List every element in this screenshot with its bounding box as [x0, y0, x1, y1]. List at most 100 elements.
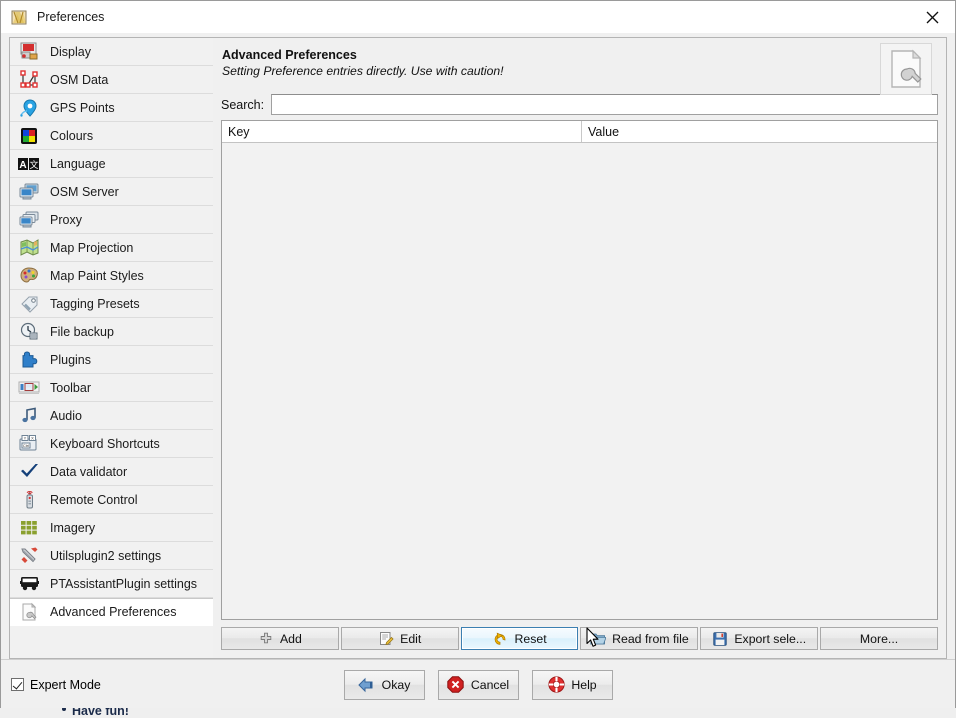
josm-icon [11, 9, 28, 26]
checkbox-box [11, 678, 24, 691]
edit-button[interactable]: Edit [341, 627, 459, 650]
lifering-icon [547, 676, 565, 694]
remote-control-icon [18, 489, 40, 511]
column-header-key[interactable]: Key [222, 121, 582, 142]
sidebar-item-label: Imagery [50, 521, 95, 535]
cancel-button[interactable]: Cancel [438, 670, 519, 700]
sidebar-item-label: File backup [50, 325, 114, 339]
more-button[interactable]: More... [820, 627, 938, 650]
add-button[interactable]: Add [221, 627, 339, 650]
preferences-sidebar[interactable]: Display OSM Data [9, 37, 213, 659]
sidebar-item-file-backup[interactable]: File backup [10, 318, 213, 346]
sidebar-item-label: Language [50, 157, 106, 171]
reset-arrow-icon [493, 631, 509, 647]
sidebar-item-map-paint-styles[interactable]: Map Paint Styles [10, 262, 213, 290]
imagery-icon [18, 517, 40, 539]
osm-data-icon [18, 69, 40, 91]
sidebar-item-advanced-preferences[interactable]: Advanced Preferences [10, 598, 213, 626]
sidebar-item-map-projection[interactable]: Map Projection [10, 234, 213, 262]
sidebar-item-label: Remote Control [50, 493, 138, 507]
map-projection-icon [18, 237, 40, 259]
save-disk-icon [712, 631, 728, 647]
sidebar-item-osm-data[interactable]: OSM Data [10, 66, 213, 94]
ptassistant-icon [18, 573, 40, 595]
preferences-table[interactable]: Key Value [221, 120, 938, 620]
reset-button[interactable]: Reset [461, 627, 579, 650]
svg-text:X: X [31, 436, 34, 441]
dialog-content: Display OSM Data [1, 33, 955, 659]
sidebar-item-label: OSM Server [50, 185, 119, 199]
bullet-point [62, 708, 66, 711]
button-label: Edit [400, 632, 421, 646]
sidebar-item-label: Map Projection [50, 241, 133, 255]
export-selected-button[interactable]: Export sele... [700, 627, 818, 650]
plus-icon [258, 631, 274, 647]
okay-button[interactable]: Okay [344, 670, 425, 700]
audio-icon [18, 405, 40, 427]
window-title: Preferences [37, 10, 104, 24]
blue-arrow-icon [358, 676, 376, 694]
sidebar-item-label: Keyboard Shortcuts [50, 437, 160, 451]
expert-mode-checkbox[interactable]: Expert Mode [11, 678, 101, 692]
advanced-preferences-icon [18, 601, 40, 623]
preferences-window: Preferences Disp [0, 0, 956, 710]
sidebar-item-utilsplugin2[interactable]: Utilsplugin2 settings [10, 542, 213, 570]
button-label: Okay [382, 678, 411, 692]
sidebar-item-toolbar[interactable]: Toolbar [10, 374, 213, 402]
table-body[interactable] [222, 143, 937, 619]
sidebar-item-label: Toolbar [50, 381, 91, 395]
close-button[interactable] [909, 1, 955, 33]
title-bar: Preferences [1, 1, 955, 33]
background-text: Have fun! [72, 708, 129, 718]
file-backup-icon [18, 321, 40, 343]
sidebar-item-tagging-presets[interactable]: Tagging Presets [10, 290, 213, 318]
sidebar-item-label: Proxy [50, 213, 82, 227]
plugins-icon [18, 349, 40, 371]
page-wrench-icon [880, 43, 932, 95]
sidebar-item-label: PTAssistantPlugin settings [50, 577, 197, 591]
svg-text:文: 文 [29, 159, 38, 170]
read-from-file-button[interactable]: Read from file [580, 627, 698, 650]
proxy-icon [18, 209, 40, 231]
sidebar-item-remote-control[interactable]: Remote Control [10, 486, 213, 514]
column-header-value[interactable]: Value [582, 121, 937, 142]
panel-header: Advanced Preferences Setting Preference … [221, 48, 938, 94]
sidebar-item-display[interactable]: Display [10, 38, 213, 66]
dialog-footer: Expert Mode Okay C [1, 659, 955, 709]
utilsplugin2-icon [18, 545, 40, 567]
sidebar-item-plugins[interactable]: Plugins [10, 346, 213, 374]
sidebar-item-label: Tagging Presets [50, 297, 140, 311]
dialog-buttons: Okay Cancel [1, 670, 955, 700]
expert-mode-label: Expert Mode [30, 678, 101, 692]
search-input[interactable] [271, 94, 938, 115]
help-button[interactable]: Help [532, 670, 613, 700]
button-label: Add [280, 632, 302, 646]
sidebar-item-imagery[interactable]: Imagery [10, 514, 213, 542]
sidebar-item-label: Colours [50, 129, 93, 143]
sidebar-item-keyboard-shortcuts[interactable]: Y X Ctrl Keyboard Shortcuts [10, 430, 213, 458]
sidebar-item-language[interactable]: A 文 Language [10, 150, 213, 178]
button-label: Read from file [612, 632, 689, 646]
colours-icon [18, 125, 40, 147]
sidebar-item-data-validator[interactable]: Data validator [10, 458, 213, 486]
button-label: Help [571, 678, 596, 692]
language-icon: A 文 [18, 153, 40, 175]
sidebar-item-audio[interactable]: Audio [10, 402, 213, 430]
sidebar-item-osm-server[interactable]: OSM Server [10, 178, 213, 206]
svg-text:Y: Y [24, 436, 27, 441]
sidebar-item-label: Map Paint Styles [50, 269, 144, 283]
keyboard-shortcuts-icon: Y X Ctrl [18, 433, 40, 455]
edit-pencil-icon [378, 631, 394, 647]
open-folder-icon [590, 631, 606, 647]
sidebar-item-ptassistantplugin[interactable]: PTAssistantPlugin settings [10, 570, 213, 598]
gps-points-icon [18, 97, 40, 119]
sidebar-item-colours[interactable]: Colours [10, 122, 213, 150]
sidebar-item-label: Display [50, 45, 91, 59]
sidebar-item-proxy[interactable]: Proxy [10, 206, 213, 234]
osm-server-icon [18, 181, 40, 203]
background-window-text: Have fun! [0, 708, 956, 718]
sidebar-item-gps-points[interactable]: GPS Points [10, 94, 213, 122]
sidebar-item-label: Plugins [50, 353, 91, 367]
sidebar-item-label: GPS Points [50, 101, 115, 115]
display-icon [18, 41, 40, 63]
